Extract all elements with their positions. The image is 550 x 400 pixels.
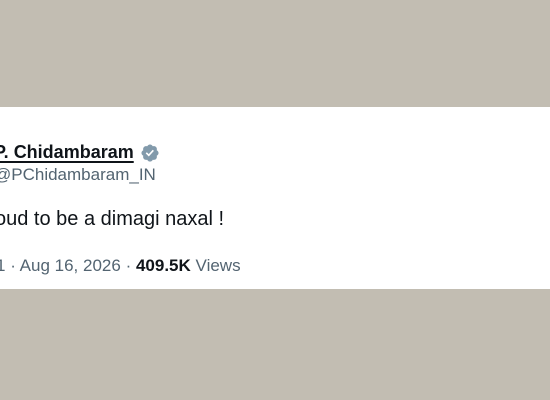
verified-badge-icon	[141, 143, 159, 162]
author-handle[interactable]: @PChidambaram_IN	[0, 165, 156, 185]
tweet-date[interactable]: Aug 16, 2026	[20, 256, 121, 275]
tweet-text: oud to be a dimagi naxal !	[0, 208, 225, 230]
views-label: Views	[195, 256, 241, 275]
views-count: 409.5K	[135, 256, 191, 275]
tweet-time[interactable]: 1	[0, 256, 5, 275]
author-name[interactable]: P. Chidambaram	[0, 142, 134, 163]
tweet-meta: 1 · Aug 16, 2026 · 409.5K Views	[0, 256, 241, 276]
meta-separator: ·	[10, 256, 16, 275]
author-row: P. Chidambaram	[0, 142, 160, 163]
meta-separator: ·	[125, 256, 132, 275]
